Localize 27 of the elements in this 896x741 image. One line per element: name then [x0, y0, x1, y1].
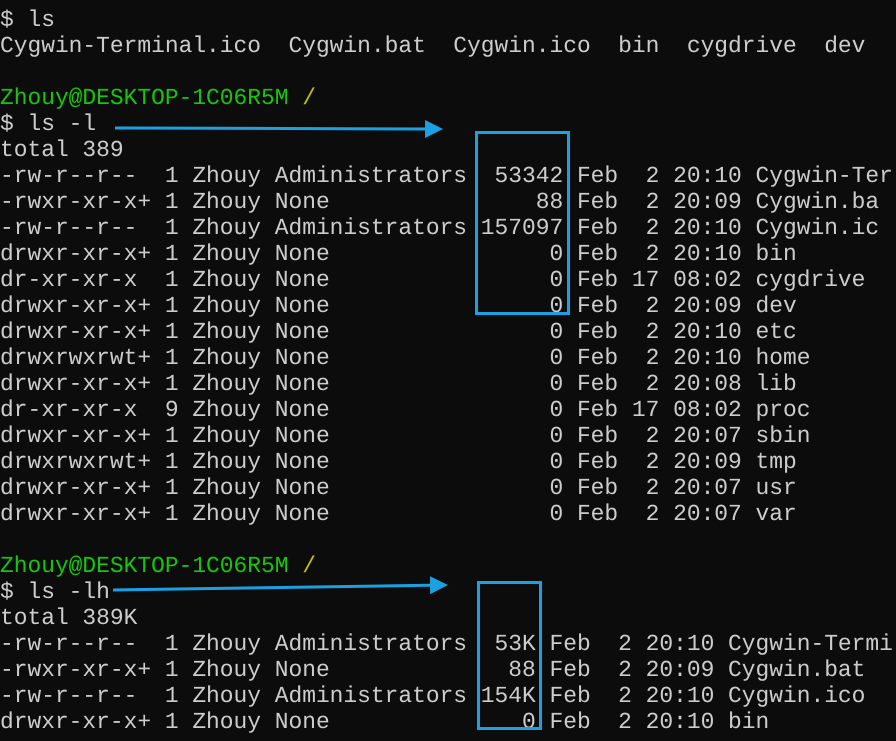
output-line: drwxrwxrwt+ 1 Zhouy None 0 Feb 2 20:10 home — [0, 345, 810, 371]
output-line: total 389 — [0, 137, 124, 163]
prompt-user-host: Zhouy@DESKTOP-1C06R5M — [0, 85, 288, 111]
output-line: drwxr-xr-x+ 1 Zhouy None 0 Feb 2 20:10 bin — [0, 241, 797, 267]
output-line: dr-xr-xr-x 9 Zhouy None 0 Feb 17 08:02 proc — [0, 397, 810, 423]
output-line: dr-xr-xr-x 1 Zhouy None 0 Feb 17 08:02 cygdrive — [0, 267, 866, 293]
command-line: $ ls -lh — [0, 579, 110, 605]
output-line: drwxr-xr-x+ 1 Zhouy None 0 Feb 2 20:07 usr — [0, 475, 797, 501]
prompt-path: / — [302, 85, 316, 111]
output-line: drwxr-xr-x+ 1 Zhouy None 0 Feb 2 20:10 etc — [0, 319, 797, 345]
output-line: -rw-r--r-- 1 Zhouy Administrators 157097 Feb 2 20:10 Cygwin.ic — [0, 215, 880, 241]
prompt-path: / — [302, 553, 316, 579]
output-line: -rwxr-xr-x+ 1 Zhouy None 88 Feb 2 20:09 Cygwin.bat — [0, 657, 866, 683]
command-line: $ ls — [0, 7, 55, 33]
output-line: drwxr-xr-x+ 1 Zhouy None 0 Feb 2 20:08 lib — [0, 371, 797, 397]
output-line: drwxr-xr-x+ 1 Zhouy None 0 Feb 2 20:07 sbin — [0, 423, 810, 449]
output-line: -rw-r--r-- 1 Zhouy Administrators 53K Feb 2 20:10 Cygwin-Termi — [0, 631, 893, 657]
output-line: -rw-r--r-- 1 Zhouy Administrators 154K Feb 2 20:10 Cygwin.ico — [0, 683, 866, 709]
output-line: -rw-r--r-- 1 Zhouy Administrators 53342 Feb 2 20:10 Cygwin-Ter — [0, 163, 893, 189]
output-line: -rwxr-xr-x+ 1 Zhouy None 88 Feb 2 20:09 Cygwin.ba — [0, 189, 880, 215]
output-line: drwxr-xr-x+ 1 Zhouy None 0 Feb 2 20:09 dev — [0, 293, 797, 319]
output-line: total 389K — [0, 605, 138, 631]
command-line: $ ls -l — [0, 111, 96, 137]
output-line: Cygwin-Terminal.ico Cygwin.bat Cygwin.ico bin cygdrive dev — [0, 33, 866, 59]
output-line: drwxr-xr-x+ 1 Zhouy None 0 Feb 2 20:07 var — [0, 501, 797, 527]
prompt-user-host: Zhouy@DESKTOP-1C06R5M — [0, 553, 288, 579]
output-line: drwxrwxrwt+ 1 Zhouy None 0 Feb 2 20:09 tmp — [0, 449, 797, 475]
